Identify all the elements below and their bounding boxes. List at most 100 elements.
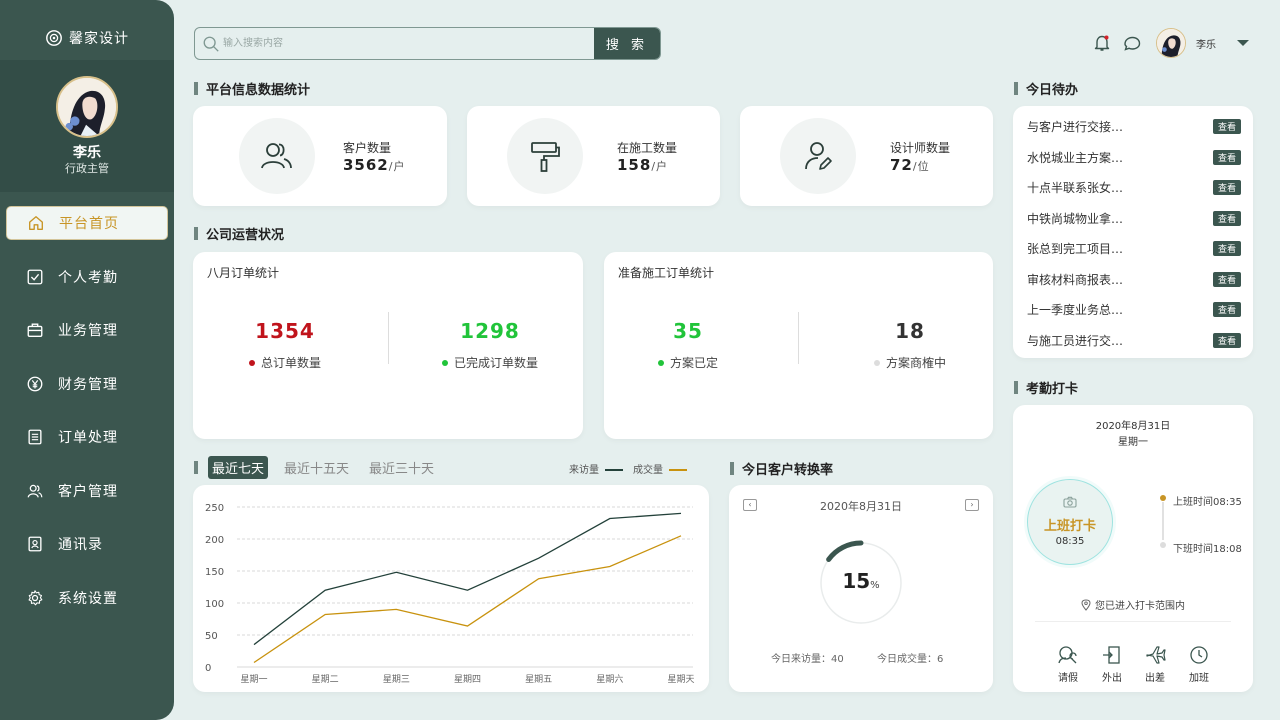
- brand-logo-icon: [46, 30, 62, 46]
- todo-text: 水悦城业主方案…: [1027, 150, 1124, 165]
- clock-in-button[interactable]: 上班打卡 08:35: [1027, 479, 1113, 565]
- sidebar-item-contacts[interactable]: 通讯录: [6, 527, 168, 561]
- stat-unit: /户: [651, 160, 669, 173]
- off-duty-time: 下班时间18:08: [1173, 544, 1242, 555]
- stat-icon-wrap: [780, 118, 856, 194]
- todo-view-button[interactable]: 查看: [1212, 332, 1241, 348]
- section-title-text: 今日客户转换率: [742, 463, 834, 478]
- stat-icon-wrap: [239, 118, 315, 194]
- top-right-bar: 李乐: [1092, 27, 1250, 59]
- attendance-date: 2020年8月31日: [1095, 421, 1171, 432]
- sidebar-item-orders[interactable]: 订单处理: [6, 420, 168, 454]
- sidebar-item-label: 业务管理: [58, 323, 118, 339]
- x-tick-label: 星期四: [454, 674, 481, 685]
- stat-unit: /户: [388, 160, 406, 173]
- sidebar-item-label: 订单处理: [58, 430, 118, 446]
- stat-number: 3562: [343, 156, 389, 174]
- trend-chart-card: 0 50 100 150 200 250 星期一 星期二 星期三 星期四 星期五 星期六 星期天: [193, 485, 709, 692]
- profile-name: 李乐: [73, 145, 101, 161]
- sidebar-item-finance[interactable]: 财务管理: [6, 367, 168, 401]
- bell-icon[interactable]: [1092, 33, 1112, 53]
- sidebar-item-attendance[interactable]: 个人考勤: [6, 260, 168, 294]
- action-outing[interactable]: 外出: [1090, 645, 1134, 684]
- stat-card-customers: 客户数量 3562/户: [193, 106, 447, 206]
- chevron-down-icon[interactable]: [1236, 36, 1250, 50]
- divider: [388, 312, 389, 364]
- todo-text: 十点半联系张女…: [1027, 181, 1124, 195]
- stat-number: 158: [617, 156, 652, 174]
- legend-line: [669, 469, 687, 471]
- stat-label: 设计师数量: [890, 141, 951, 155]
- todo-view-button[interactable]: 查看: [1212, 241, 1241, 256]
- deals-count: 今日成交量：6: [877, 654, 944, 665]
- todo-view-button[interactable]: 查看: [1212, 180, 1241, 195]
- user-name[interactable]: 李乐: [1196, 36, 1216, 51]
- todo-text: 审核材料商报表…: [1027, 272, 1124, 287]
- stat-card-construction: 在施工数量 158/户: [467, 106, 720, 206]
- x-tick-label: 星期六: [596, 673, 623, 685]
- card-title: 八月订单统计: [207, 266, 280, 280]
- avatar[interactable]: [56, 76, 118, 138]
- brand: 馨家设计: [0, 28, 174, 48]
- users-icon: [261, 143, 292, 169]
- x-tick-label: 星期一: [240, 674, 267, 685]
- y-tick-label: 150: [205, 567, 224, 578]
- sidebar-item-home[interactable]: 平台首页: [6, 206, 168, 240]
- todo-view-button[interactable]: 查看: [1212, 210, 1241, 226]
- value-text: 18: [895, 319, 925, 343]
- legend-item-visits: 来访量: [569, 461, 623, 476]
- conversion-percent: 15: [842, 569, 871, 593]
- stat-icon-wrap: [507, 118, 583, 194]
- todo-text: 与施工员进行交…: [1027, 333, 1124, 348]
- search-button[interactable]: 搜 索: [594, 28, 660, 59]
- user-avatar[interactable]: [1156, 28, 1186, 58]
- sidebar: 馨家设计 李乐 行政主管 平台首页 个人考勤 业务管理 财务管理 订单处理 客户…: [0, 0, 174, 720]
- todo-text: 与客户进行交接…: [1027, 120, 1124, 134]
- brand-name: 馨家设计: [69, 31, 129, 47]
- stat-label: 客户数量: [343, 141, 392, 155]
- todo-item: 十点半联系张女… 查看: [1027, 179, 1241, 196]
- section-title-operations: 公司运营状况: [194, 224, 284, 243]
- sidebar-item-settings[interactable]: 系统设置: [6, 581, 168, 615]
- value-text: 35: [673, 319, 703, 343]
- conversion-value: 15%: [811, 569, 911, 593]
- home-icon: [29, 216, 43, 230]
- todo-item: 与客户进行交接… 查看: [1027, 118, 1241, 135]
- y-tick-label: 50: [205, 631, 218, 642]
- duty-timeline: [1160, 495, 1166, 548]
- attendance-card: 2020年8月31日 星期一 上班打卡 08:35 上班时间08:35 下班时间…: [1013, 405, 1253, 692]
- search-input[interactable]: [223, 28, 593, 59]
- tab-30-days[interactable]: 最近三十天: [365, 456, 438, 479]
- clock-label: 上班打卡: [1043, 519, 1096, 534]
- sidebar-item-label: 平台首页: [59, 216, 119, 232]
- stat-label: 在施工数量: [617, 141, 678, 155]
- divider: [798, 312, 799, 364]
- sidebar-item-customers[interactable]: 客户管理: [6, 474, 168, 508]
- airplane-icon: [1146, 646, 1166, 664]
- legend-dot: [873, 359, 880, 366]
- x-tick-label: 星期三: [383, 674, 410, 685]
- trend-chart: 0 50 100 150 200 250 星期一 星期二 星期三 星期四 星期五 星期六 星期天: [205, 503, 695, 685]
- chart-legend: 来访量 成交量: [569, 461, 687, 476]
- tab-7-days[interactable]: 最近七天: [208, 456, 269, 479]
- todo-view-button[interactable]: 查看: [1212, 271, 1241, 287]
- divider: [1035, 621, 1231, 622]
- conversion-card: ‹ 2020年8月31日 › 15% 今日来访量：40 今日成交量：6: [729, 485, 993, 692]
- todo-view-button[interactable]: 查看: [1212, 302, 1241, 317]
- search-icon: [203, 36, 219, 52]
- x-tick-label: 星期五: [525, 674, 552, 685]
- tab-15-days[interactable]: 最近十五天: [280, 456, 353, 479]
- action-business-trip[interactable]: 出差: [1133, 645, 1177, 684]
- action-leave[interactable]: 请假: [1046, 645, 1090, 684]
- decided-label: 方案已定: [608, 354, 768, 371]
- todo-item: 张总到完工项目… 查看: [1027, 240, 1241, 257]
- section-title-platform: 平台信息数据统计: [194, 79, 310, 98]
- check-square-icon: [27, 269, 43, 284]
- next-day-button[interactable]: ›: [965, 499, 979, 511]
- message-icon[interactable]: [1122, 33, 1142, 53]
- todo-view-button[interactable]: 查看: [1212, 149, 1241, 165]
- action-overtime[interactable]: 加班: [1177, 645, 1221, 684]
- sidebar-item-business[interactable]: 业务管理: [6, 313, 168, 347]
- todo-view-button[interactable]: 查看: [1212, 119, 1241, 134]
- action-label: 外出: [1102, 673, 1122, 684]
